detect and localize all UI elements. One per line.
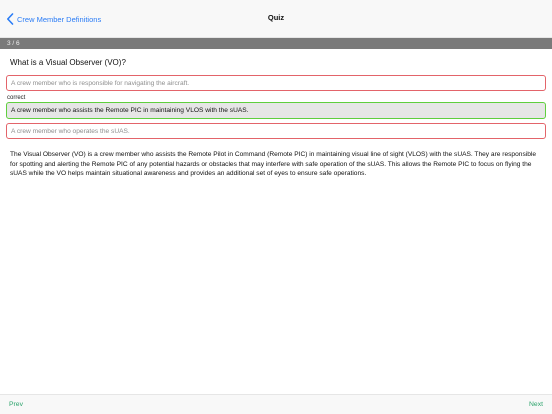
answer-option-label: A crew member who assists the Remote PIC… [11, 106, 249, 114]
explanation-text: The Visual Observer (VO) is a crew membe… [10, 151, 536, 178]
correct-label: correct [7, 95, 26, 101]
page-title: Quiz [267, 13, 285, 22]
progress-bar: 3 / 6 [0, 38, 552, 49]
prev-button[interactable]: Prev [9, 401, 23, 408]
question-text: What is a Visual Observer (VO)? [10, 58, 126, 67]
footer-bar: Prev Next [0, 394, 552, 414]
answer-option-label: A crew member who is responsible for nav… [11, 79, 190, 87]
answer-option-1[interactable]: A crew member who is responsible for nav… [6, 75, 546, 91]
next-button[interactable]: Next [529, 401, 543, 408]
progress-counter: 3 / 6 [7, 39, 20, 47]
answer-option-3[interactable]: A crew member who operates the sUAS. [6, 123, 546, 139]
answer-option-label: A crew member who operates the sUAS. [11, 127, 130, 135]
answer-option-2[interactable]: A crew member who assists the Remote PIC… [6, 102, 546, 119]
navigation-bar: Crew Member Definitions Quiz [0, 0, 552, 38]
